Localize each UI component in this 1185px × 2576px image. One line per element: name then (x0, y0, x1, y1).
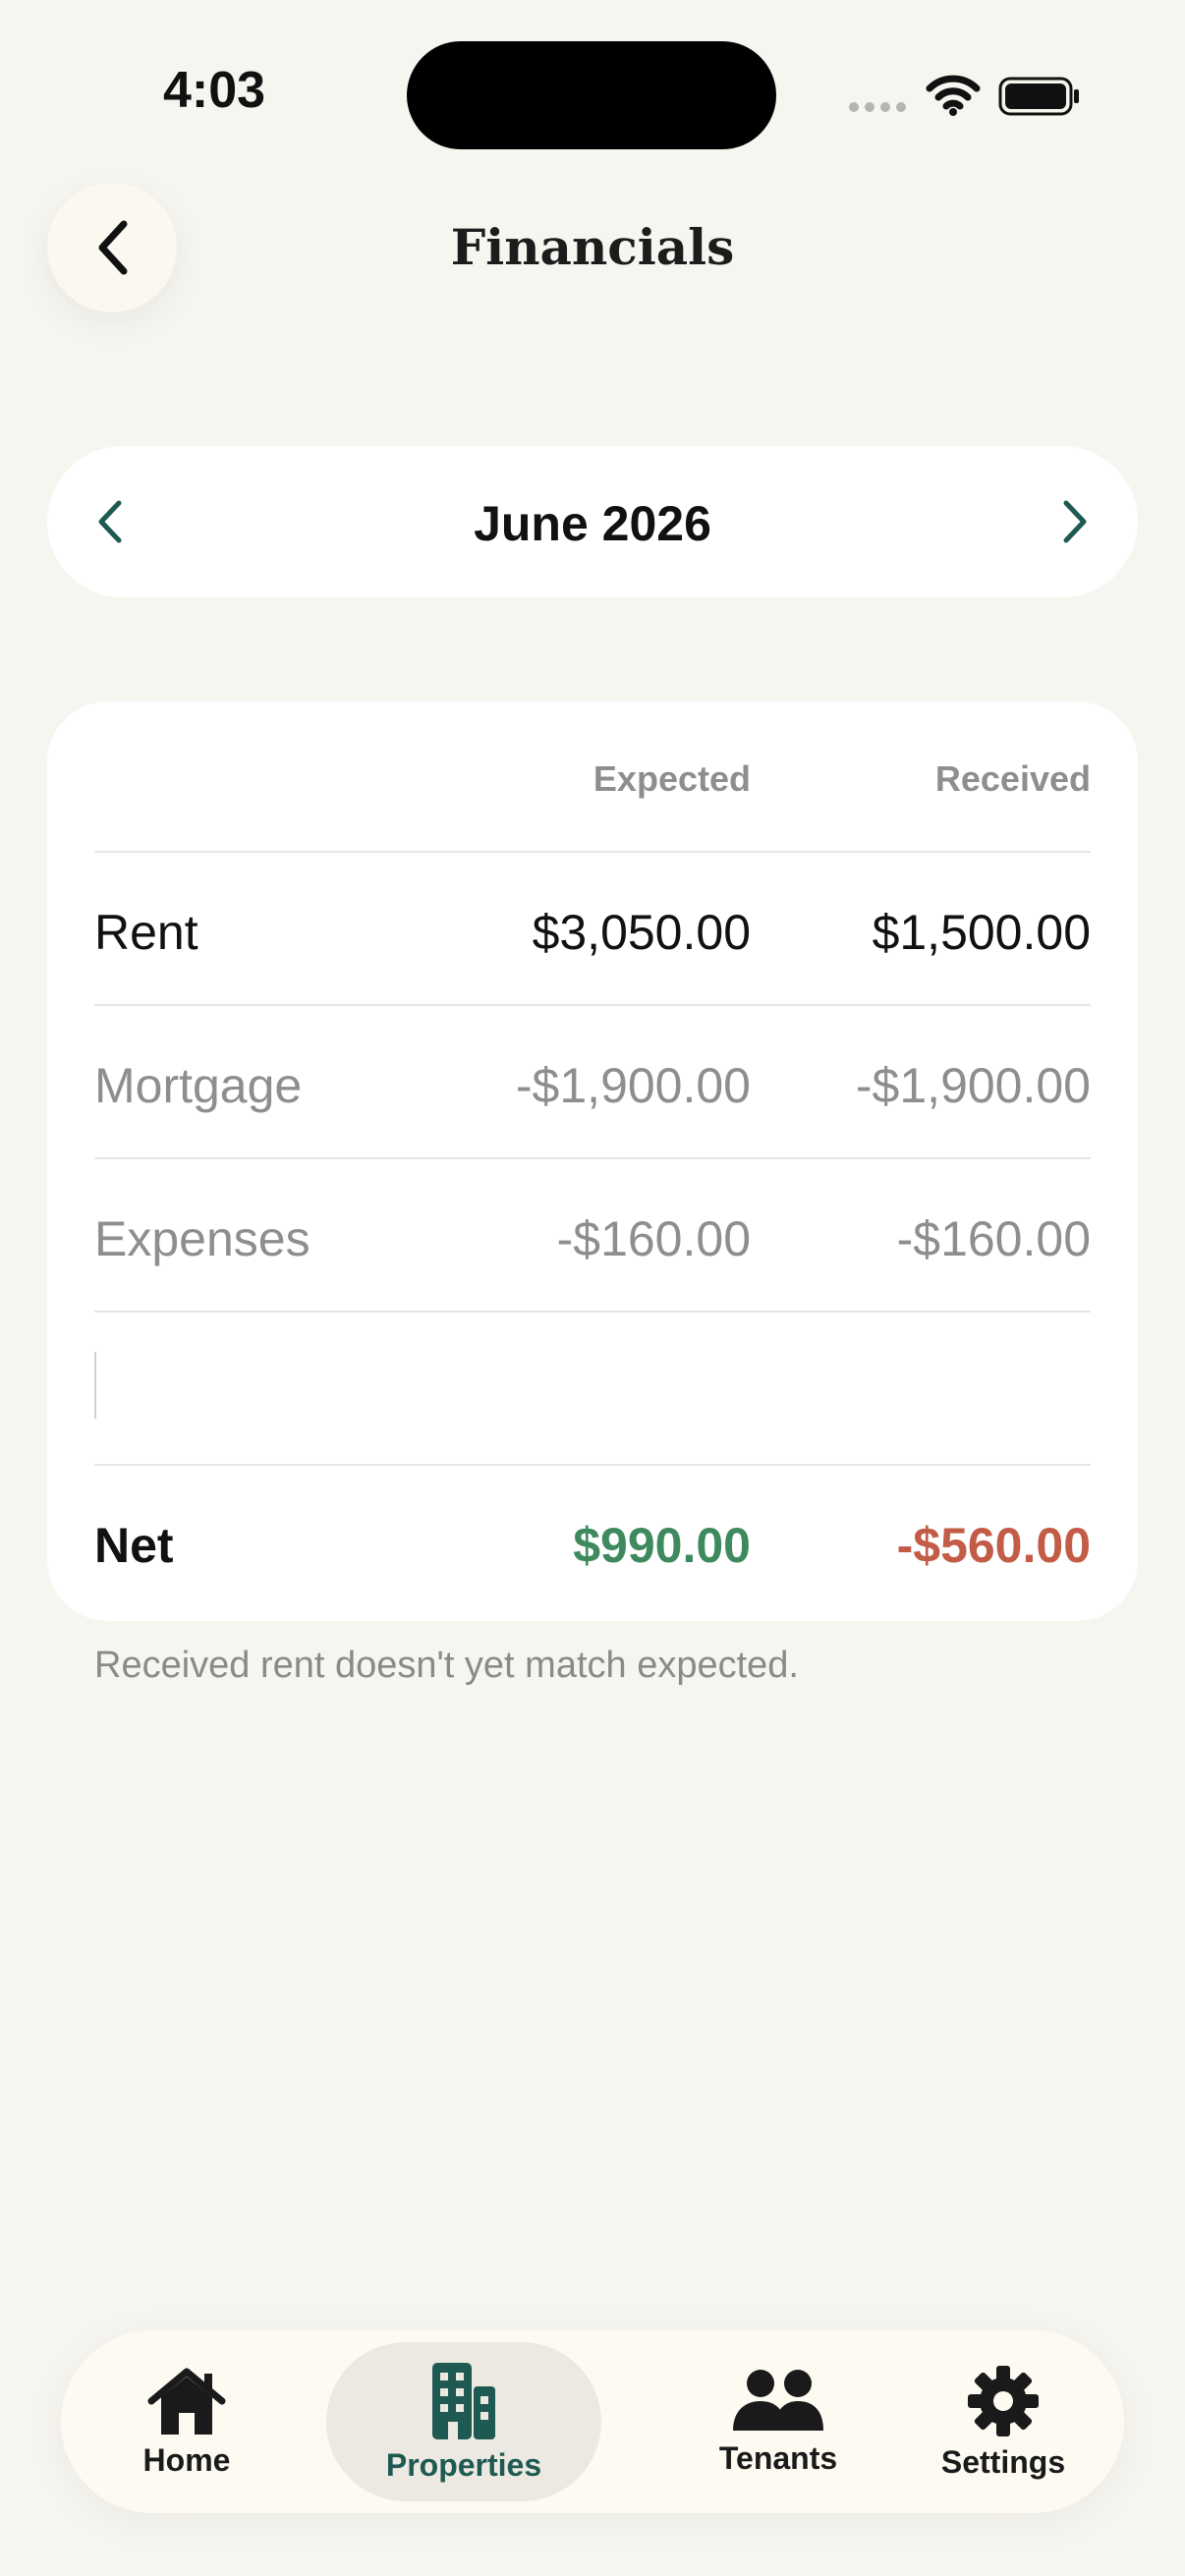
tab-bar: Home Properties Tenants Settings (61, 2330, 1124, 2513)
column-header-expected: Expected (592, 758, 751, 799)
table-row-empty (94, 1313, 1091, 1466)
expected-value: -$1,900.00 (515, 1058, 751, 1113)
battery-icon (998, 77, 1079, 116)
status-time: 4:03 (163, 62, 266, 119)
row-label: Mortgage (94, 1058, 303, 1113)
row-label: Expenses (94, 1211, 310, 1266)
row-divider-marker (94, 1352, 96, 1419)
month-selector: June 2026 (47, 446, 1138, 597)
tab-label: Settings (940, 2443, 1066, 2480)
row-label: Rent (94, 905, 198, 960)
table-header: Expected Received (94, 701, 1091, 853)
tab-home[interactable]: Home (73, 2342, 301, 2501)
net-label: Net (94, 1518, 174, 1573)
gear-icon (968, 2365, 1039, 2436)
column-header-received: Received (934, 758, 1091, 799)
mismatch-note: Received rent doesn't yet match expected… (94, 1645, 799, 1686)
house-icon (147, 2368, 226, 2435)
tab-tenants[interactable]: Tenants (641, 2342, 916, 2501)
tab-label: Tenants (718, 2439, 838, 2476)
building-icon (432, 2362, 495, 2439)
expected-value: $3,050.00 (532, 905, 751, 960)
next-month-button[interactable] (1036, 482, 1114, 561)
received-value: -$160.00 (896, 1211, 1091, 1266)
received-value: $1,500.00 (872, 905, 1091, 960)
net-expected-value: $990.00 (573, 1518, 751, 1573)
month-label: June 2026 (474, 496, 711, 551)
cellular-signal-icon (849, 102, 906, 112)
table-row-expenses: Expenses -$160.00 -$160.00 (94, 1159, 1091, 1313)
tab-label: Home (142, 2441, 231, 2478)
people-icon (733, 2369, 823, 2431)
dynamic-island (407, 41, 776, 149)
net-received-value: -$560.00 (896, 1518, 1091, 1573)
financials-screen: 4:03 Financials June 2026 Expected Recei… (0, 0, 1185, 2576)
expected-value: -$160.00 (556, 1211, 751, 1266)
received-value: -$1,900.00 (855, 1058, 1091, 1113)
chevron-right-icon (1063, 500, 1087, 543)
table-row-rent: Rent $3,050.00 $1,500.00 (94, 853, 1091, 1006)
table-row-mortgage: Mortgage -$1,900.00 -$1,900.00 (94, 1006, 1091, 1159)
table-row-net: Net $990.00 -$560.00 (94, 1466, 1091, 1621)
wifi-icon (926, 75, 981, 116)
tab-properties[interactable]: Properties (326, 2342, 601, 2501)
tab-settings[interactable]: Settings (894, 2342, 1112, 2501)
tab-label: Properties (385, 2446, 542, 2483)
financials-card: Expected Received Rent $3,050.00 $1,500.… (47, 701, 1138, 1621)
page-title: Financials (450, 218, 735, 276)
